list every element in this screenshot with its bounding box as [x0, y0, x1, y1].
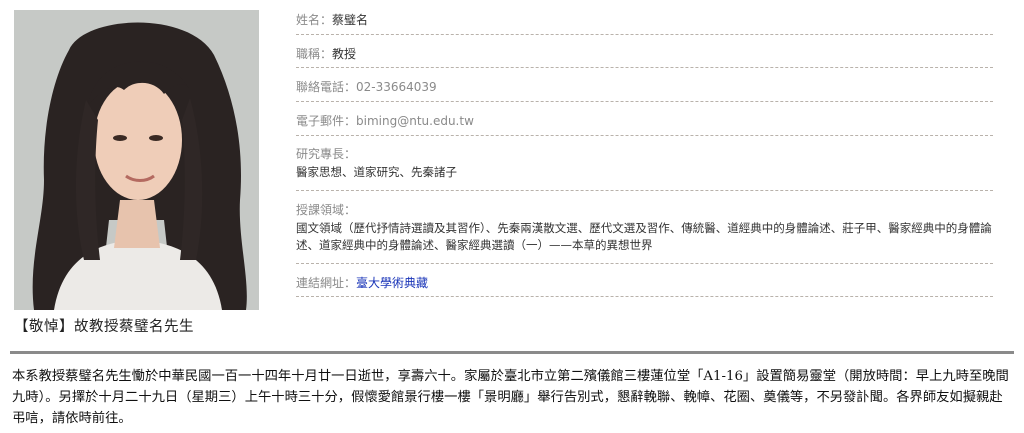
- field-phone-value: 02-33664039: [356, 80, 437, 94]
- field-courses-label: 授課領域：: [296, 203, 357, 217]
- field-name-label: 姓名：: [296, 13, 333, 27]
- academic-repository-link[interactable]: 臺大學術典藏: [356, 276, 428, 290]
- obituary-description: 本系教授蔡璧名先生慟於中華民國一百一十四年十月廿一日逝世，享壽六十。家屬於臺北市…: [12, 369, 1009, 426]
- field-expertise: 研究專長： 醫家思想、道家研究、先秦諸子: [296, 136, 993, 191]
- field-name-value: 蔡璧名: [332, 13, 369, 27]
- field-title: 職稱：教授: [296, 35, 993, 68]
- field-email: 電子郵件：biming@ntu.edu.tw: [296, 102, 993, 136]
- section-divider: [10, 351, 1014, 354]
- field-title-value: 教授: [332, 47, 357, 61]
- field-courses-value: 國文領域（歷代抒情詩選讀及其習作）、先秦兩漢散文選、歷代文選及習作、傳統醫、道經…: [296, 221, 992, 252]
- field-phone-label: 聯絡電話：: [296, 80, 357, 94]
- field-expertise-label: 研究專長：: [296, 147, 357, 161]
- memorial-caption: 【敬悼】故教授蔡璧名先生: [14, 319, 194, 335]
- field-expertise-value: 醫家思想、道家研究、先秦諸子: [296, 165, 457, 179]
- field-link-label: 連結網址：: [296, 276, 357, 290]
- field-name: 姓名：蔡璧名: [296, 0, 993, 35]
- field-courses: 授課領域： 國文領域（歷代抒情詩選讀及其習作）、先秦兩漢散文選、歷代文選及習作、…: [296, 191, 993, 264]
- field-phone: 聯絡電話：02-33664039: [296, 68, 993, 102]
- profile-info: 姓名：蔡璧名 職稱：教授 聯絡電話：02-33664039 電子郵件：bimin…: [296, 0, 993, 297]
- field-link: 連結網址：臺大學術典藏: [296, 264, 993, 297]
- portrait-photo: [14, 10, 259, 310]
- field-email-label: 電子郵件：: [296, 114, 357, 128]
- field-email-value: biming@ntu.edu.tw: [356, 114, 474, 128]
- field-title-label: 職稱：: [296, 47, 333, 61]
